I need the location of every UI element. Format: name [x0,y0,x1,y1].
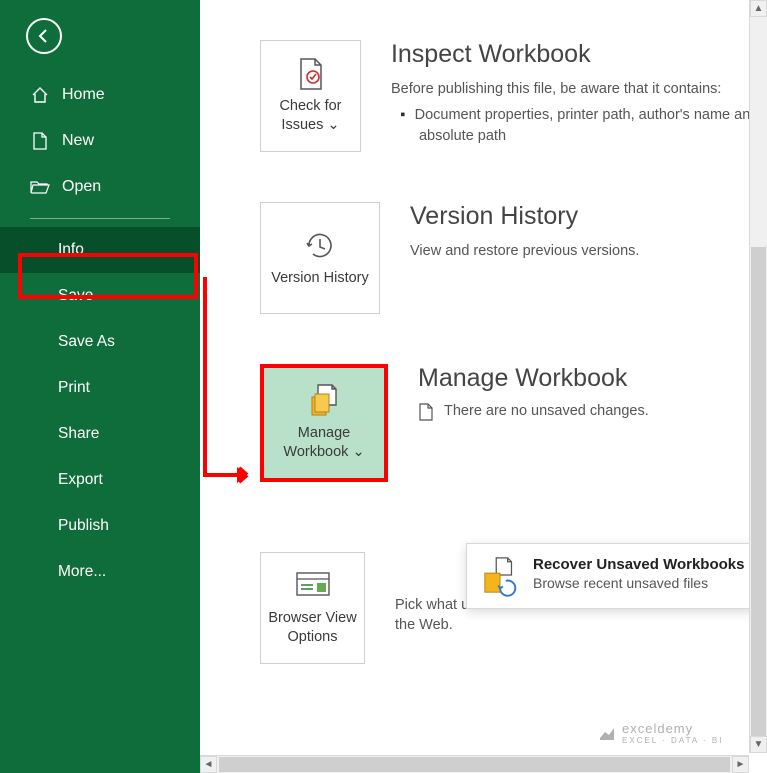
section-title: Manage Workbook [418,364,649,393]
sidebar-item-publish[interactable]: Publish [0,503,200,549]
watermark-brand: exceldemy [622,721,693,736]
watermark-icon [598,724,616,742]
scroll-right-arrow-icon[interactable]: ► [732,756,749,773]
sidebar-item-label: Publish [58,517,109,535]
info-panel: Check for Issues ⌄ Inspect Workbook Befo… [200,0,767,773]
back-arrow-icon [36,28,52,44]
chevron-down-icon: ⌄ [352,444,364,460]
section-desc: Before publishing this file, be aware th… [391,79,767,99]
scroll-down-arrow-icon[interactable]: ▼ [750,736,767,753]
sidebar-item-label: Share [58,425,99,443]
popup-subtitle: Browse recent unsaved files [533,575,744,591]
card-label: Version History [271,269,369,288]
hscroll-thumb[interactable] [219,757,730,772]
inspect-info: Inspect Workbook Before publishing this … [391,40,767,150]
sidebar-item-print[interactable]: Print [0,365,200,411]
sidebar-item-save[interactable]: Save [0,273,200,319]
sidebar-divider [30,218,170,219]
section-manage: Manage Workbook ⌄ Manage Workbook There … [260,364,767,482]
manage-status: There are no unsaved changes. [444,403,649,419]
vscroll-thumb[interactable] [751,247,766,747]
sidebar-item-home[interactable]: Home [0,72,200,118]
sidebar-item-label: Save [58,287,93,305]
backstage-sidebar: Home New Open Info Save Save As Print [0,0,200,773]
inspect-doc-icon [293,57,327,91]
sidebar-item-more[interactable]: More... [0,549,200,595]
back-button[interactable] [26,18,62,54]
sidebar-item-info[interactable]: Info [0,227,200,273]
sidebar-item-label: Info [58,241,84,259]
sidebar-item-label: Home [62,86,105,104]
sidebar-item-save-as[interactable]: Save As [0,319,200,365]
section-title: Version History [410,202,639,231]
home-icon [30,86,50,104]
sidebar-item-open[interactable]: Open [0,164,200,210]
sidebar-item-label: Open [62,178,101,196]
section-version: Version History Version History View and… [260,202,767,314]
sidebar-item-label: Export [58,471,103,489]
section-inspect: Check for Issues ⌄ Inspect Workbook Befo… [260,40,767,152]
new-doc-icon [30,132,50,150]
sidebar-item-new[interactable]: New [0,118,200,164]
history-icon [303,229,337,263]
version-info: Version History View and restore previou… [410,202,639,265]
watermark: exceldemy EXCEL · DATA · BI [598,721,723,745]
sidebar-item-label: More... [58,563,106,581]
recover-folder-icon [481,556,521,596]
sidebar-item-export[interactable]: Export [0,457,200,503]
card-label: Browser View Options [267,609,358,647]
browser-view-icon [295,569,331,603]
check-for-issues-button[interactable]: Check for Issues ⌄ [260,40,361,152]
inspect-bullet: Document properties, printer path, autho… [419,105,767,146]
section-desc: View and restore previous versions. [410,241,639,261]
popup-title: Recover Unsaved Workbooks [533,556,744,573]
sidebar-item-label: Save As [58,333,115,351]
browser-view-options-button[interactable]: Browser View Options [260,552,365,664]
manage-workbook-button[interactable]: Manage Workbook ⌄ [260,364,388,482]
doc-small-icon [418,403,434,425]
scroll-up-arrow-icon[interactable]: ▲ [750,0,767,17]
manage-workbook-icon [306,384,342,418]
sidebar-item-share[interactable]: Share [0,411,200,457]
scroll-left-arrow-icon[interactable]: ◄ [200,756,217,773]
sidebar-item-label: New [62,132,94,150]
recover-unsaved-menu-item[interactable]: Recover Unsaved Workbooks Browse recent … [466,543,767,609]
version-history-button[interactable]: Version History [260,202,380,314]
watermark-tagline: EXCEL · DATA · BI [622,736,723,745]
horizontal-scrollbar[interactable]: ◄ ► [200,755,749,773]
vertical-scrollbar[interactable]: ▲ ▼ [749,0,767,753]
open-folder-icon [30,179,50,195]
section-title: Inspect Workbook [391,40,767,69]
sidebar-item-label: Print [58,379,90,397]
chevron-down-icon: ⌄ [327,117,339,133]
manage-info: Manage Workbook There are no unsaved cha… [418,364,649,425]
card-label: Manage Workbook [283,425,350,460]
